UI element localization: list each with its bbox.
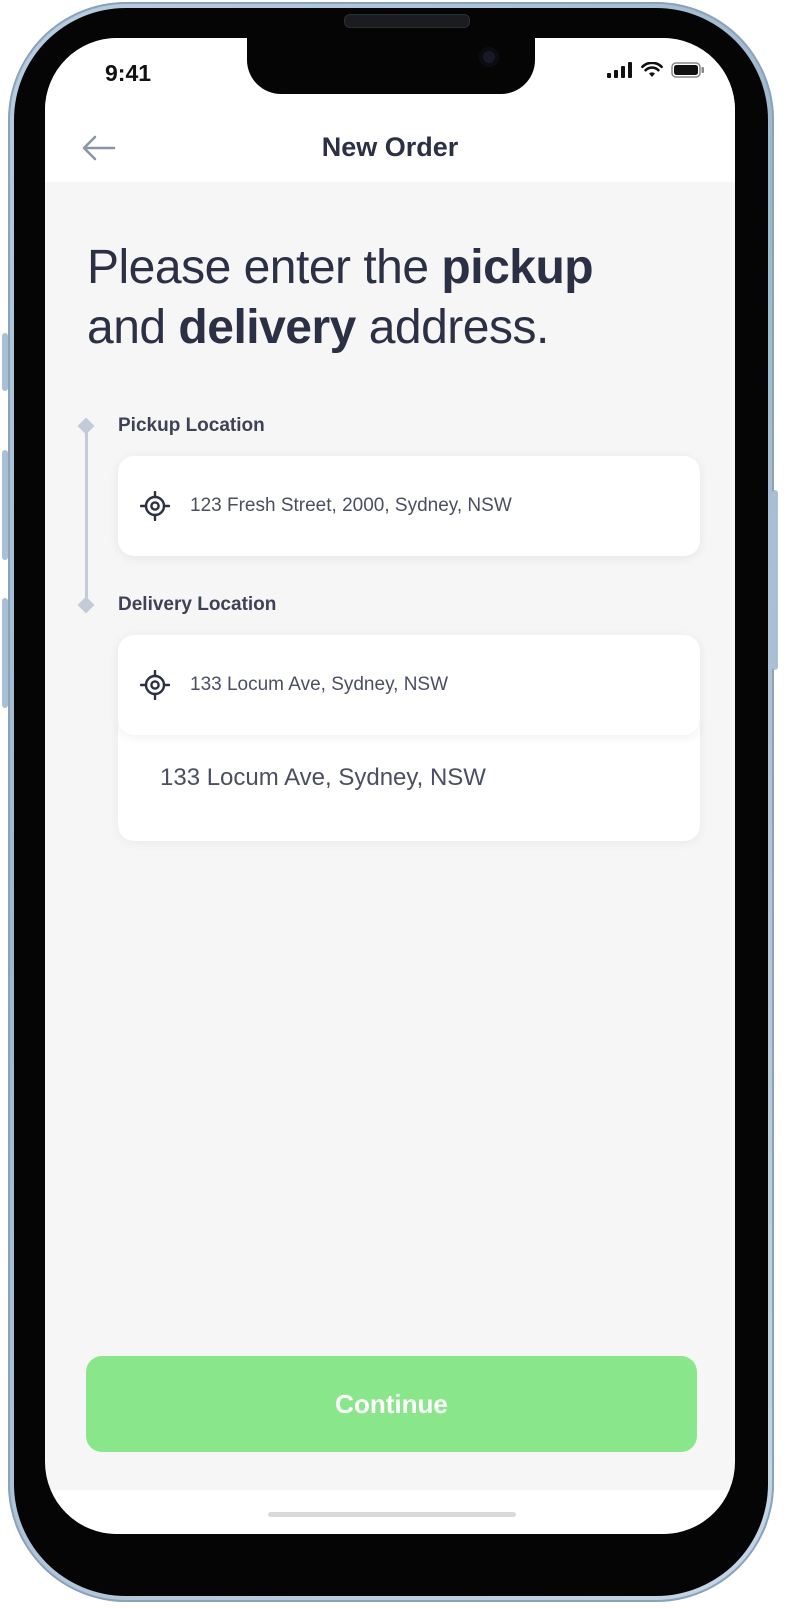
front-camera bbox=[479, 47, 499, 67]
continue-button[interactable]: Continue bbox=[86, 1356, 697, 1452]
status-icons bbox=[607, 60, 705, 80]
nav-bar: New Order bbox=[45, 110, 735, 182]
headline-pickup-emphasis: pickup bbox=[441, 241, 594, 294]
pickup-label: Pickup Location bbox=[118, 415, 265, 436]
route-timeline bbox=[85, 428, 88, 606]
headline-text-3: address. bbox=[355, 301, 550, 354]
notch bbox=[247, 38, 535, 94]
wifi-icon bbox=[641, 62, 663, 77]
location-target-icon bbox=[140, 491, 170, 521]
delivery-location-field[interactable]: 133 Locum Ave, Sydney, NSW bbox=[118, 635, 700, 735]
address-suggestions: 133 Locum Ave, Sydney, NSW bbox=[118, 724, 700, 841]
headline-text-2: and bbox=[87, 301, 179, 354]
power-button bbox=[772, 490, 778, 670]
cellular-signal-icon bbox=[607, 62, 632, 78]
pickup-address-value: 123 Fresh Street, 2000, Sydney, NSW bbox=[190, 495, 512, 516]
headline-text-1: Please enter the bbox=[87, 241, 442, 294]
home-indicator[interactable] bbox=[268, 1512, 516, 1517]
delivery-label: Delivery Location bbox=[118, 594, 277, 615]
volume-up-button bbox=[2, 450, 8, 560]
battery-icon bbox=[671, 62, 704, 78]
delivery-address-value: 133 Locum Ave, Sydney, NSW bbox=[190, 674, 449, 695]
instruction-headline: Please enter the pickup and delivery addr… bbox=[87, 238, 707, 358]
location-target-icon bbox=[140, 670, 170, 700]
status-time: 9:41 bbox=[105, 60, 152, 86]
page-title: New Order bbox=[321, 132, 459, 162]
pickup-location-field[interactable]: 123 Fresh Street, 2000, Sydney, NSW bbox=[118, 456, 700, 556]
home-bar-area bbox=[45, 1490, 735, 1534]
headline-delivery-emphasis: delivery bbox=[178, 301, 356, 354]
volume-down-button bbox=[2, 598, 8, 708]
continue-button-label: Continue bbox=[335, 1388, 448, 1419]
silent-switch bbox=[2, 333, 8, 391]
earpiece-speaker bbox=[344, 14, 470, 28]
app-screen: 9:41 New Order Please enter the pickup a… bbox=[45, 38, 735, 1534]
pickup-marker bbox=[77, 417, 95, 435]
delivery-marker bbox=[77, 596, 95, 614]
suggestion-item[interactable]: 133 Locum Ave, Sydney, NSW bbox=[160, 764, 486, 792]
